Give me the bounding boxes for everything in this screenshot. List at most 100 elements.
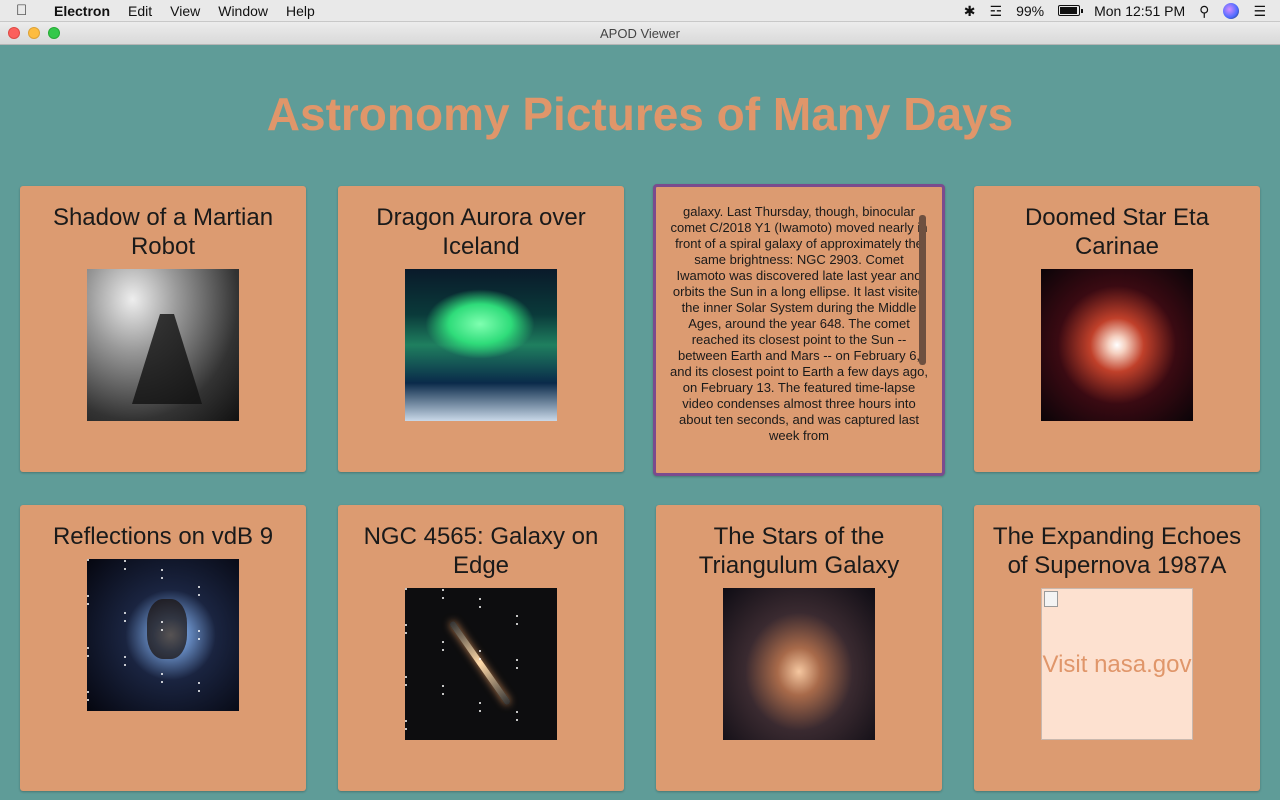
image-detail [147,599,187,659]
star-dot [516,711,518,713]
app-content: Astronomy Pictures of Many Days Shadow o… [0,45,1280,800]
close-window-button[interactable] [8,27,20,39]
siri-icon[interactable] [1223,2,1240,19]
star-dot [161,621,163,623]
star-dot [87,647,89,649]
star-dot [442,693,444,695]
star-dot [198,682,200,684]
clock[interactable]: Mon 12:51 PM [1094,3,1185,19]
apod-image[interactable] [723,588,875,740]
card-title: NGC 4565: Galaxy on Edge [363,523,599,579]
star-dot [479,658,481,660]
star-dot [516,719,518,721]
window-title: APOD Viewer [600,26,680,41]
description-scrollbar[interactable] [919,215,926,365]
notification-center-icon[interactable]: ☰ [1253,0,1266,22]
menu-view[interactable]: View [170,3,200,19]
star-dot [479,710,481,712]
status-area: ✱ ☲ 99% Mon 12:51 PM ⚲ ☰ [964,0,1280,22]
minimize-window-button[interactable] [28,27,40,39]
apple-icon[interactable]:  [16,2,46,19]
image-alt-text: Visit nasa.gov [1042,650,1192,678]
apod-card[interactable]: Dragon Aurora over Iceland [338,186,624,472]
star-dot [161,569,163,571]
star-dot [479,702,481,704]
star-dot [405,624,407,626]
battery-percent[interactable]: 99% [1016,3,1044,19]
menu-app-name[interactable]: Electron [54,3,110,19]
star-dot [479,650,481,652]
star-dot [124,568,126,570]
star-dot [87,603,89,605]
bluetooth-icon[interactable]: ✱ [964,0,976,22]
apod-card[interactable]: The Stars of the Triangulum Galaxy [656,505,942,791]
star-dot [124,620,126,622]
star-dot [87,699,89,701]
star-dot [198,638,200,640]
apod-card-description[interactable]: galaxy. Last Thursday, though, binocular… [653,184,945,476]
broken-image-icon [1044,591,1058,607]
star-dot [516,623,518,625]
star-dot [87,595,89,597]
menu-edit[interactable]: Edit [128,3,152,19]
card-title: The Stars of the Triangulum Galaxy [698,523,900,579]
maximize-window-button[interactable] [48,27,60,39]
card-title: The Expanding Echoes of Supernova 1987A [992,523,1242,579]
star-dot [161,681,163,683]
card-title: Shadow of a Martian Robot [52,204,274,260]
card-title: Dragon Aurora over Iceland [376,204,586,260]
broken-image[interactable]: Visit nasa.gov [1041,588,1193,740]
apod-card[interactable]: NGC 4565: Galaxy on Edge [338,505,624,791]
star-dot [405,588,407,590]
star-dot [87,559,89,561]
apod-card[interactable]: Reflections on vdB 9 [20,505,306,791]
star-dot [198,690,200,692]
star-dot [124,664,126,666]
star-dot [405,632,407,634]
card-title: Reflections on vdB 9 [52,523,274,550]
apod-image[interactable] [87,269,239,421]
image-detail [132,314,202,404]
menu-window[interactable]: Window [218,3,268,19]
star-dot [516,615,518,617]
star-dot [124,560,126,562]
battery-fill [1060,7,1077,14]
star-dot [198,586,200,588]
star-dot [516,659,518,661]
apod-image[interactable] [87,559,239,711]
window-title-bar: APOD Viewer [0,22,1280,45]
menu-help[interactable]: Help [286,3,315,19]
apod-card[interactable]: The Expanding Echoes of Supernova 1987A … [974,505,1260,791]
menu-bar:  Electron Edit View Window Help ✱ ☲ 99%… [0,0,1280,22]
star-dot [87,655,89,657]
wifi-icon[interactable]: ☲ [990,0,1003,22]
card-description: galaxy. Last Thursday, though, binocular… [670,204,928,443]
card-title: Doomed Star Eta Carinae [1024,204,1210,260]
search-icon[interactable]: ⚲ [1199,0,1209,22]
star-dot [442,589,444,591]
star-dot [161,673,163,675]
star-dot [87,691,89,693]
star-dot [161,577,163,579]
star-dot [405,684,407,686]
apod-image[interactable] [405,588,557,740]
page-title: Astronomy Pictures of Many Days [266,88,1014,140]
apod-card[interactable]: Shadow of a Martian Robot [20,186,306,472]
star-dot [442,649,444,651]
star-dot [198,630,200,632]
battery-icon[interactable] [1058,5,1084,16]
apod-image[interactable] [405,269,557,421]
apod-card[interactable]: Doomed Star Eta Carinae [974,186,1260,472]
star-dot [442,641,444,643]
star-dot [479,606,481,608]
star-dot [405,676,407,678]
star-dot [124,656,126,658]
star-dot [442,597,444,599]
star-dot [198,594,200,596]
image-detail [425,289,535,359]
star-dot [124,612,126,614]
apod-image[interactable] [1041,269,1193,421]
star-dot [405,728,407,730]
window-controls [8,27,68,39]
image-detail [448,620,512,706]
